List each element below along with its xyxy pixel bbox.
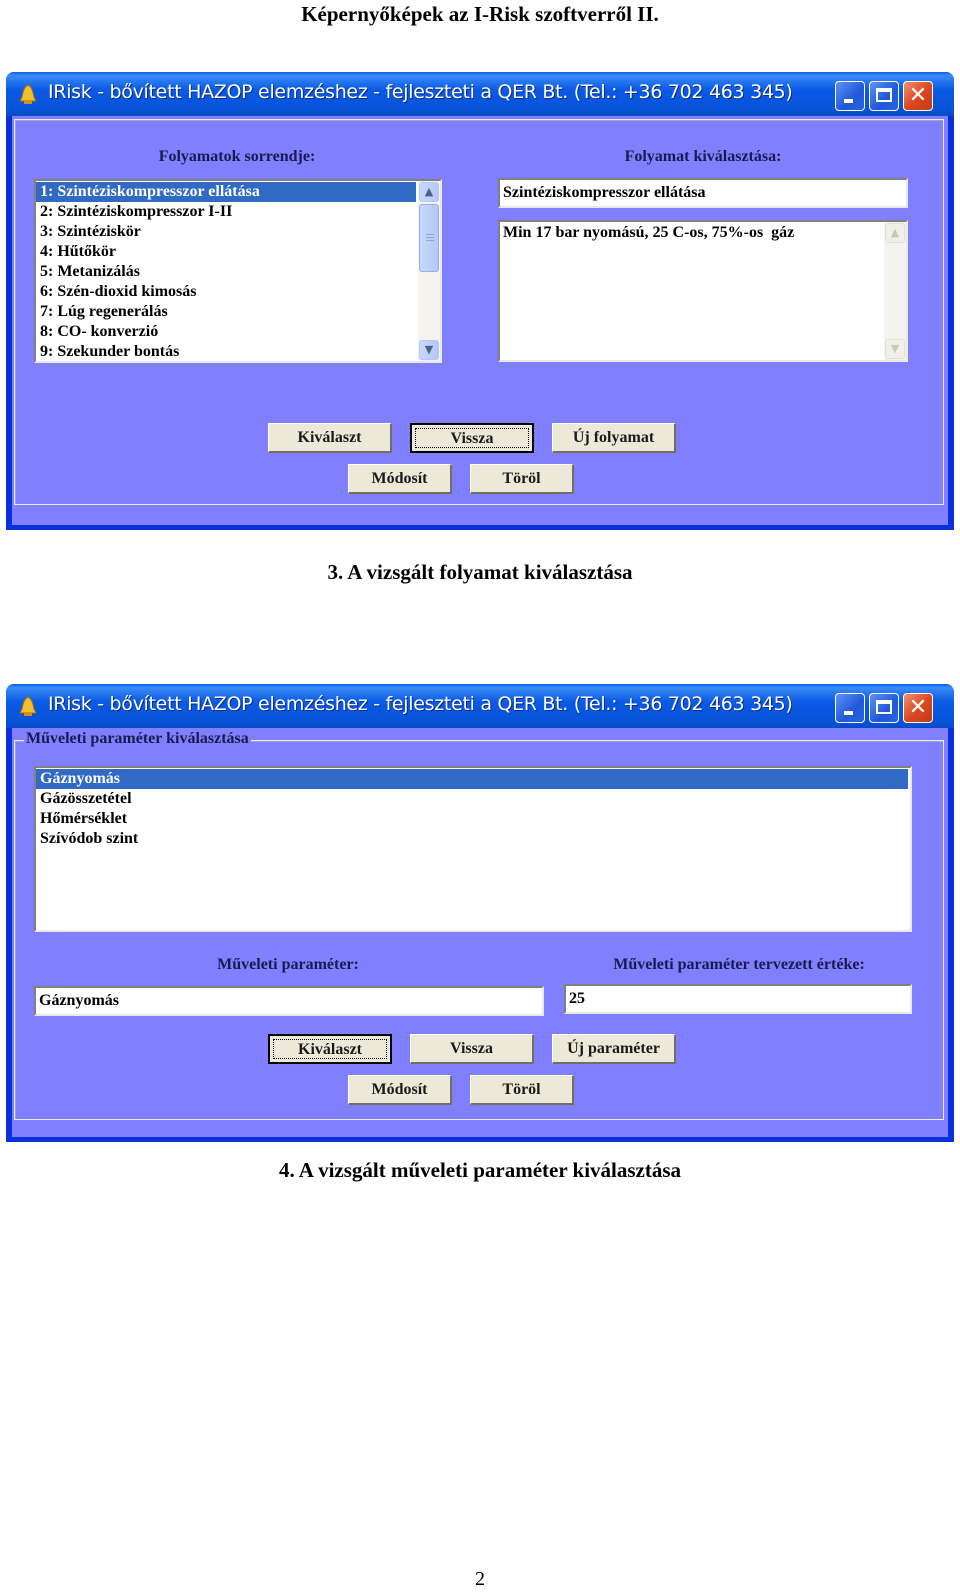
list-item[interactable]: 1: Szintéziskompresszor ellátása [36,182,416,202]
list-item[interactable]: Gáznyomás [36,769,908,789]
parameter-label: Műveleti paraméter: [217,956,359,973]
page-number: 2 [475,1568,485,1590]
figure-caption-4: 4. A vizsgált műveleti paraméter kiválas… [278,1158,682,1182]
maximize-icon [876,700,892,714]
scroll-up-button[interactable]: ▲ [419,182,439,202]
list-item[interactable]: 3: Szintéziskör [36,222,416,242]
list-item[interactable]: Szívódob szint [36,829,908,849]
close-button[interactable]: ✕ [903,81,933,111]
process-list-items: 1: Szintéziskompresszor ellátása 2: Szin… [36,182,416,361]
parameter-list[interactable]: Gáznyomás Gázösszetétel Hőmérséklet Szív… [34,766,912,932]
delete-button[interactable]: Töröl [470,464,574,494]
process-description-textarea[interactable]: Min 17 bar nyomású, 25 C-os, 75%-os gáz [498,220,908,362]
process-list[interactable]: 1: Szintéziskompresszor ellátása 2: Szin… [34,179,442,363]
scroll-down-button[interactable]: ▼ [885,339,905,359]
chevron-down-icon: ▼ [424,343,434,356]
chevron-down-icon: ▼ [890,342,900,355]
back-button-label: Vissza [415,428,529,448]
close-icon: ✕ [908,695,928,720]
select-button[interactable]: Kiválaszt [268,423,392,453]
parameter-list-items: Gáznyomás Gázösszetétel Hőmérséklet Szív… [36,769,908,849]
process-selection-window: IRisk - bővített HAZOP elemzéshez - fejl… [6,72,954,530]
modify-button[interactable]: Módosít [348,1075,452,1105]
minimize-icon [844,711,853,715]
select-button[interactable]: Kiválaszt [268,1034,392,1064]
close-button[interactable]: ✕ [903,693,933,723]
select-button-label: Kiválaszt [273,1039,387,1059]
maximize-button[interactable] [869,693,899,723]
parameter-input[interactable] [34,986,544,1016]
minimize-button[interactable] [835,81,865,111]
list-item[interactable]: Gázösszetétel [36,789,908,809]
close-icon: ✕ [908,83,928,108]
minimize-button[interactable] [835,693,865,723]
process-list-scrollbar[interactable]: ▲ ▼ [418,181,440,361]
list-item[interactable]: 4: Hűtőkör [36,242,416,262]
scroll-down-button[interactable]: ▼ [419,340,439,360]
parameter-selection-window: IRisk - bővített HAZOP elemzéshez - fejl… [6,684,954,1142]
figure-caption-3: 3. A vizsgált folyamat kiválasztása [327,560,633,584]
list-item[interactable]: 9: Szekunder bontás [36,342,416,361]
design-value-input[interactable] [564,984,912,1014]
grip-icon [426,234,434,241]
list-item[interactable]: 6: Szén-dioxid kimosás [36,282,416,302]
description-scrollbar[interactable]: ▲ ▼ [884,222,906,360]
new-parameter-button[interactable]: Új paraméter [552,1034,676,1064]
window-client-area: Műveleti paraméter kiválasztása Gáznyomá… [12,728,948,1137]
modify-button[interactable]: Módosít [348,464,452,494]
list-item[interactable]: 8: CO- konverzió [36,322,416,342]
back-button[interactable]: Vissza [410,1034,534,1064]
list-item[interactable]: 7: Lúg regenerálás [36,302,416,322]
minimize-icon [844,99,853,103]
scroll-up-button[interactable]: ▲ [885,223,905,243]
list-item[interactable]: 5: Metanizálás [36,262,416,282]
process-order-label: Folyamatok sorrendje: [158,148,316,165]
window-title: IRisk - bővített HAZOP elemzéshez - fejl… [48,693,793,715]
title-bar[interactable]: IRisk - bővített HAZOP elemzéshez - fejl… [6,72,954,116]
new-process-button[interactable]: Új folyamat [552,423,676,453]
maximize-button[interactable] [869,81,899,111]
back-button[interactable]: Vissza [410,423,534,453]
process-select-label: Folyamat kiválasztása: [624,148,782,165]
delete-button[interactable]: Töröl [470,1075,574,1105]
group-label: Műveleti paraméter kiválasztása [24,730,251,748]
title-bar[interactable]: IRisk - bővített HAZOP elemzéshez - fejl… [6,684,954,728]
chevron-up-icon: ▲ [424,185,434,198]
maximize-icon [876,88,892,102]
list-item[interactable]: Hőmérséklet [36,809,908,829]
document-title: Képernyőképek az I-Risk szoftverről II. [301,2,659,26]
design-value-label: Műveleti paraméter tervezett értéke: [613,956,865,973]
list-item[interactable]: 2: Szintéziskompresszor I-II [36,202,416,222]
bell-icon [19,84,37,104]
bell-icon [19,696,37,716]
chevron-up-icon: ▲ [890,226,900,239]
window-title: IRisk - bővített HAZOP elemzéshez - fejl… [48,81,793,103]
scroll-thumb[interactable] [419,204,439,272]
selected-process-input[interactable] [498,178,908,208]
process-description-box: Min 17 bar nyomású, 25 C-os, 75%-os gáz … [498,220,908,362]
window-client-area: Folyamatok sorrendje: 1: Szintéziskompre… [12,116,948,525]
